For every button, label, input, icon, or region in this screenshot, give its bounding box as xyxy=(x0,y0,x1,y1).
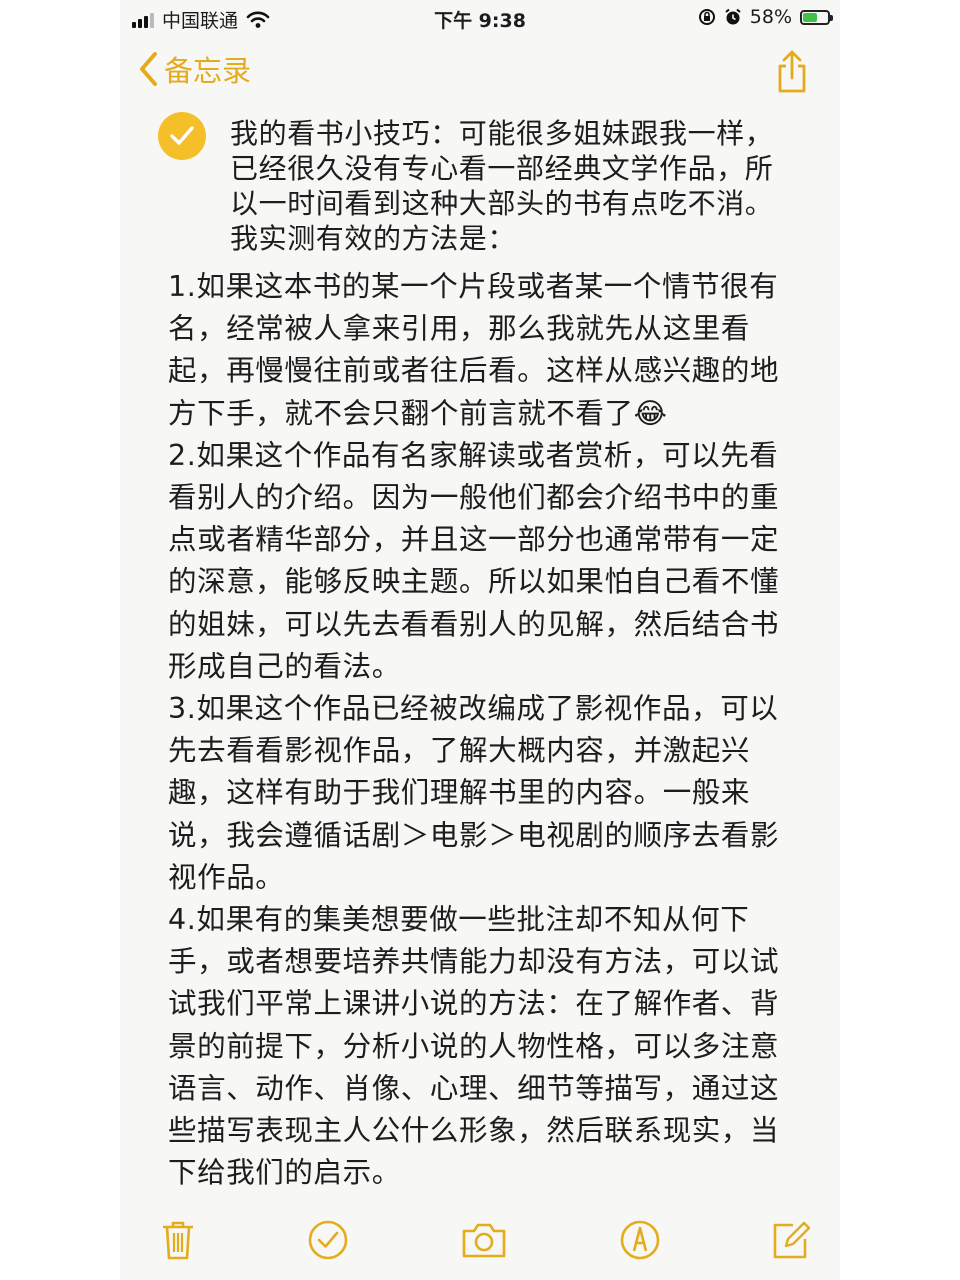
back-label: 备忘录 xyxy=(164,54,252,88)
navigation-bar: 备忘录 xyxy=(138,48,810,100)
note-body[interactable]: 1.如果这本书的某一个片段或者某一个情节很有名，经常被人拿来引用，那么我就先从这… xyxy=(168,266,798,1194)
compose-icon xyxy=(773,1221,811,1259)
markup-button[interactable] xyxy=(614,1212,666,1268)
checkmark-icon xyxy=(170,126,194,145)
note-paragraph: 2.如果这个作品有名家解读或者赏析，可以先看看别人的介绍。因为一般他们都会介绍书… xyxy=(168,438,780,683)
delete-button[interactable] xyxy=(152,1212,204,1268)
checklist-item-text[interactable]: 我的看书小技巧：可能很多姐妹跟我一样，已经很久没有专心看一部经典文学作品，所以一… xyxy=(230,116,790,256)
share-button[interactable] xyxy=(774,50,810,98)
checklist-item-checkbox[interactable] xyxy=(158,112,206,160)
markup-icon xyxy=(620,1220,660,1260)
alarm-icon xyxy=(725,8,741,25)
battery-percent: 58% xyxy=(749,6,792,28)
back-button[interactable]: 备忘录 xyxy=(138,48,251,90)
camera-button[interactable] xyxy=(458,1212,510,1268)
compose-button[interactable] xyxy=(764,1212,816,1268)
share-icon xyxy=(778,50,806,93)
checklist-button[interactable] xyxy=(302,1212,354,1268)
status-bar: 中国联通 下午 9:38 58% xyxy=(120,0,840,36)
checklist-icon xyxy=(308,1220,348,1260)
note-paragraph: 3.如果这个作品已经被改编成了影视作品，可以先去看看影视作品，了解大概内容，并激… xyxy=(168,692,780,894)
chevron-left-icon xyxy=(140,52,157,86)
bottom-toolbar xyxy=(120,1212,840,1272)
orientation-lock-icon xyxy=(698,9,715,25)
note-paragraph: 1.如果这本书的某一个片段或者某一个情节很有名，经常被人拿来引用，那么我就先从这… xyxy=(168,270,780,430)
camera-icon xyxy=(462,1223,506,1258)
trash-icon xyxy=(163,1221,193,1260)
note-paragraph: 4.如果有的集美想要做一些批注却不知从何下手，或者想要培养共情能力却没有方法，可… xyxy=(168,903,780,1190)
battery-icon xyxy=(800,9,833,25)
notes-screen: 中国联通 下午 9:38 58% 备忘录 我的看书小技巧：可能很多姐妹跟我一样，… xyxy=(120,0,840,1280)
